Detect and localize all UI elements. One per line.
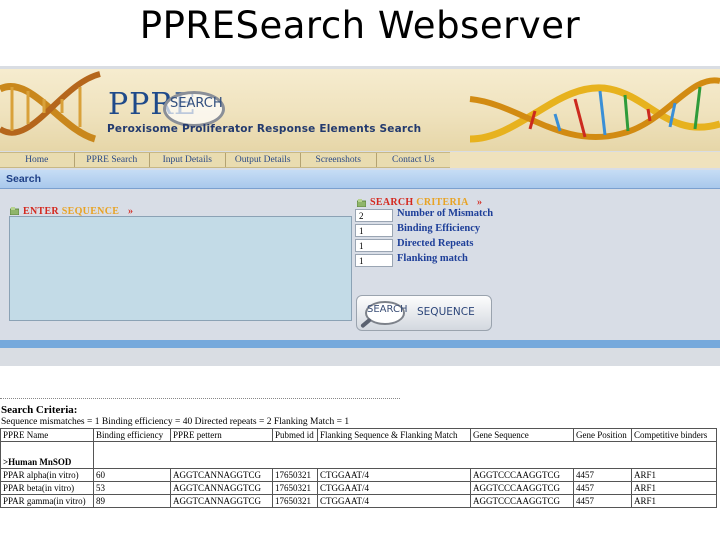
table-row: PPAR beta(in vitro) 53 AGGTCANNAGGTCG 17…	[0, 481, 717, 495]
nav-home[interactable]: Home	[0, 153, 75, 167]
col-pubmed-id: Pubmed id	[272, 428, 318, 442]
search-panel-title: Search	[6, 173, 42, 185]
criteria-label-red: SEARCH	[370, 197, 414, 208]
table-cell: CTGGAAT/4	[317, 481, 471, 495]
flanking-match-label: Flanking match	[397, 253, 468, 264]
footer-bar	[0, 340, 720, 348]
directed-repeats-label: Directed Repeats	[397, 238, 474, 249]
table-cell: PPAR gamma(in vitro)	[0, 494, 94, 508]
table-cell: 53	[93, 481, 171, 495]
cropped-text-line	[0, 398, 400, 403]
sequence-input[interactable]	[9, 216, 352, 321]
table-cell: AGGTCANNAGGTCG	[170, 468, 273, 482]
col-ppre-name: PPRE Name	[0, 428, 94, 442]
table-cell: AGGTCANNAGGTCG	[170, 494, 273, 508]
site-tagline: Peroxisome Proliferator Response Element…	[107, 123, 422, 135]
group-name: >Human MnSOD	[0, 441, 94, 469]
results-screenshot: Search Criteria: Sequence mismatches = 1…	[0, 398, 720, 518]
table-cell: ARF1	[631, 494, 717, 508]
col-binding-efficiency: Binding efficiency	[93, 428, 171, 442]
table-cell: ARF1	[631, 468, 717, 482]
table-cell: AGGTCCCAAGGTCG	[470, 468, 574, 482]
table-cell: 4457	[573, 481, 632, 495]
mismatch-label: Number of Mismatch	[397, 208, 494, 219]
criteria-label-yellow: CRITERIA	[416, 197, 469, 208]
col-ppre-pattern: PPRE pettern	[170, 428, 273, 442]
mismatch-input[interactable]	[355, 209, 393, 222]
slide-title: PPRESearch Webserver	[139, 4, 581, 47]
top-nav: Home PPRE Search Input Details Output De…	[0, 152, 450, 168]
pubmed-link[interactable]: 17650321	[272, 468, 318, 482]
table-group-row: >Human MnSOD	[0, 441, 717, 469]
table-cell: PPAR alpha(in vitro)	[0, 468, 94, 482]
pubmed-link[interactable]: 17650321	[272, 481, 318, 495]
table-cell: CTGGAAT/4	[317, 468, 471, 482]
col-competitive-binders: Competitive binders	[631, 428, 717, 442]
table-cell: AGGTCCCAAGGTCG	[470, 481, 574, 495]
binding-efficiency-input[interactable]	[355, 224, 393, 237]
nav-ppre-search[interactable]: PPRE Search	[75, 153, 150, 167]
table-header-row: PPRE Name Binding efficiency PPRE petter…	[0, 428, 717, 442]
table-cell: 89	[93, 494, 171, 508]
directed-repeats-input[interactable]	[355, 239, 393, 252]
nav-input-details[interactable]: Input Details	[150, 153, 226, 167]
table-cell: AGGTCCCAAGGTCG	[470, 494, 574, 508]
table-cell: 60	[93, 468, 171, 482]
col-flanking: Flanking Sequence & Flanking Match	[317, 428, 471, 442]
table-cell: AGGTCANNAGGTCG	[170, 481, 273, 495]
table-cell: ARF1	[631, 481, 717, 495]
nav-screenshots[interactable]: Screenshots	[301, 153, 377, 167]
magnifier-handle-icon	[360, 317, 372, 329]
header-banner: PPRE SEARCH Peroxisome Proliferator Resp…	[0, 69, 720, 151]
search-button-label: SEQUENCE	[417, 306, 475, 318]
col-gene-position: Gene Position	[573, 428, 632, 442]
nav-contact-us[interactable]: Contact Us	[377, 153, 451, 167]
table-row: PPAR gamma(in vitro) 89 AGGTCANNAGGTCG 1…	[0, 494, 717, 508]
results-criteria-line: Sequence mismatches = 1 Binding efficien…	[1, 417, 350, 427]
col-gene-sequence: Gene Sequence	[470, 428, 574, 442]
table-cell: 4457	[573, 494, 632, 508]
table-row: PPAR alpha(in vitro) 60 AGGTCANNAGGTCG 1…	[0, 468, 717, 482]
table-cell: CTGGAAT/4	[317, 494, 471, 508]
pubmed-link[interactable]: 17650321	[272, 494, 318, 508]
folder-icon	[10, 207, 19, 215]
folder-icon	[357, 199, 366, 207]
search-sequence-button[interactable]: SEARCH SEQUENCE	[356, 295, 492, 331]
search-logo-text: SEARCH	[170, 96, 223, 111]
search-page-screenshot: PPRE SEARCH Peroxisome Proliferator Resp…	[0, 66, 720, 366]
binding-efficiency-label: Binding Efficiency	[397, 223, 481, 234]
search-panel-header: Search	[0, 170, 720, 189]
search-criteria-label: SEARCH CRITERIA »	[370, 197, 482, 208]
table-cell: 4457	[573, 468, 632, 482]
results-table: PPRE Name Binding efficiency PPRE petter…	[0, 428, 717, 508]
nav-output-details[interactable]: Output Details	[226, 153, 301, 167]
results-criteria-title: Search Criteria:	[1, 404, 78, 416]
search-button-logo: SEARCH	[367, 304, 408, 315]
flanking-match-input[interactable]	[355, 254, 393, 267]
double-arrow-icon: »	[476, 197, 483, 208]
table-cell: PPAR beta(in vitro)	[0, 481, 94, 495]
nav-filler	[450, 152, 720, 168]
